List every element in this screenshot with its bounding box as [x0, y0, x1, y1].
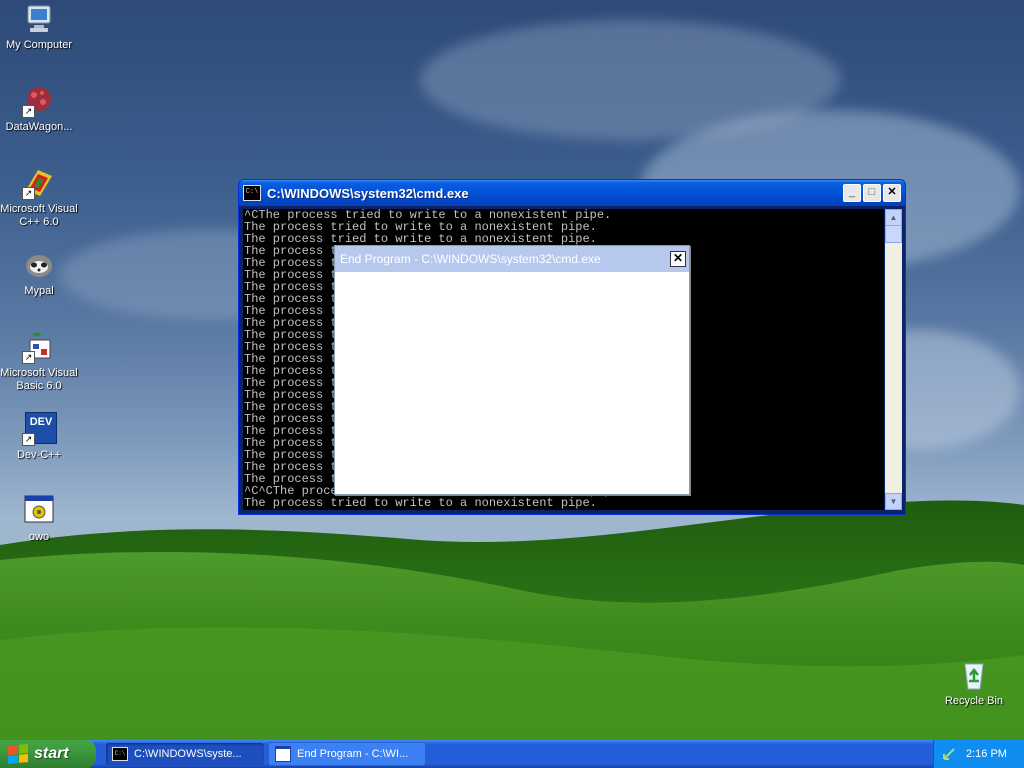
visual-cpp-icon: ↗ [22, 166, 56, 200]
taskbar-item-cmd[interactable]: C:\ C:\WINDOWS\syste... [106, 743, 264, 765]
desktop-icon-recycle-bin[interactable]: Recycle Bin [935, 658, 1013, 708]
system-tray: 2:16 PM [933, 740, 1024, 768]
visual-basic-icon: ↗ [22, 330, 56, 364]
taskbar-item-end-program[interactable]: End Program - C:\WI... [268, 742, 426, 766]
clock[interactable]: 2:16 PM [966, 748, 1007, 760]
computer-icon [22, 2, 56, 36]
desktop-icon-msvc[interactable]: ↗ Microsoft Visual C++ 6.0 [0, 166, 78, 229]
cmd-window-title: C:\WINDOWS\system32\cmd.exe [267, 185, 469, 201]
desktop-icon-label: Mypal [24, 285, 54, 297]
close-button[interactable]: ✕ [883, 184, 901, 202]
desktop-icon-label: Recycle Bin [944, 695, 1004, 707]
desktop-icon-owo[interactable]: owo [0, 494, 78, 544]
network-icon[interactable] [942, 747, 956, 761]
datawagon-icon: ↗ [22, 84, 56, 118]
start-button[interactable]: start [0, 740, 96, 768]
console-line: The process tried to write to a nonexist… [244, 496, 597, 510]
application-icon [22, 494, 56, 528]
shortcut-arrow-icon: ↗ [22, 105, 35, 118]
desktop-icon-my-computer[interactable]: My Computer [0, 2, 78, 52]
scroll-up-button[interactable]: ▲ [885, 209, 902, 226]
mypal-icon [22, 248, 56, 282]
desktop-icon-label: Dev-C++ [16, 449, 62, 461]
close-button[interactable]: ✕ [670, 251, 686, 267]
desktop-icon-msvb[interactable]: ↗ Microsoft Visual Basic 6.0 [0, 330, 78, 393]
scroll-thumb[interactable] [885, 225, 902, 243]
desktop-icon-label: DataWagon... [5, 121, 73, 133]
recycle-bin-icon [957, 658, 991, 692]
windows-logo-icon [8, 743, 28, 765]
desktop-icon-devcpp[interactable]: DEV ↗ Dev-C++ [0, 412, 78, 462]
start-label: start [34, 745, 69, 762]
desktop-icon-label: Microsoft Visual Basic 6.0 [0, 367, 78, 392]
shortcut-arrow-icon: ↗ [22, 187, 35, 200]
maximize-button[interactable]: □ [863, 184, 881, 202]
window-icon [275, 746, 291, 762]
taskbar: start C:\ C:\WINDOWS\syste... End Progra… [0, 740, 1024, 768]
scroll-down-button[interactable]: ▼ [885, 493, 902, 510]
end-program-dialog[interactable]: End Program - C:\WINDOWS\system32\cmd.ex… [334, 245, 690, 495]
console-icon: C:\ [243, 185, 261, 201]
devcpp-icon: DEV ↗ [22, 412, 57, 446]
shortcut-arrow-icon: ↗ [22, 433, 35, 446]
desktop-icon-datawagon[interactable]: ↗ DataWagon... [0, 84, 78, 134]
taskbar-item-label: End Program - C:\WI... [297, 748, 409, 760]
taskbar-item-label: C:\WINDOWS\syste... [134, 748, 242, 760]
vertical-scrollbar[interactable]: ▲ ▼ [885, 209, 902, 510]
desktop-icon-label: Microsoft Visual C++ 6.0 [0, 203, 78, 228]
end-program-title: End Program - C:\WINDOWS\system32\cmd.ex… [340, 252, 601, 266]
end-program-body [335, 272, 689, 493]
end-program-title-bar[interactable]: End Program - C:\WINDOWS\system32\cmd.ex… [335, 246, 689, 272]
desktop-icon-mypal[interactable]: Mypal [0, 248, 78, 298]
minimize-button[interactable]: _ [843, 184, 861, 202]
console-icon: C:\ [112, 747, 128, 761]
cmd-title-bar[interactable]: C:\ C:\WINDOWS\system32\cmd.exe _ □ ✕ [239, 180, 905, 206]
shortcut-arrow-icon: ↗ [22, 351, 35, 364]
desktop-icon-label: My Computer [5, 39, 73, 51]
desktop-icon-label: owo [28, 531, 50, 543]
